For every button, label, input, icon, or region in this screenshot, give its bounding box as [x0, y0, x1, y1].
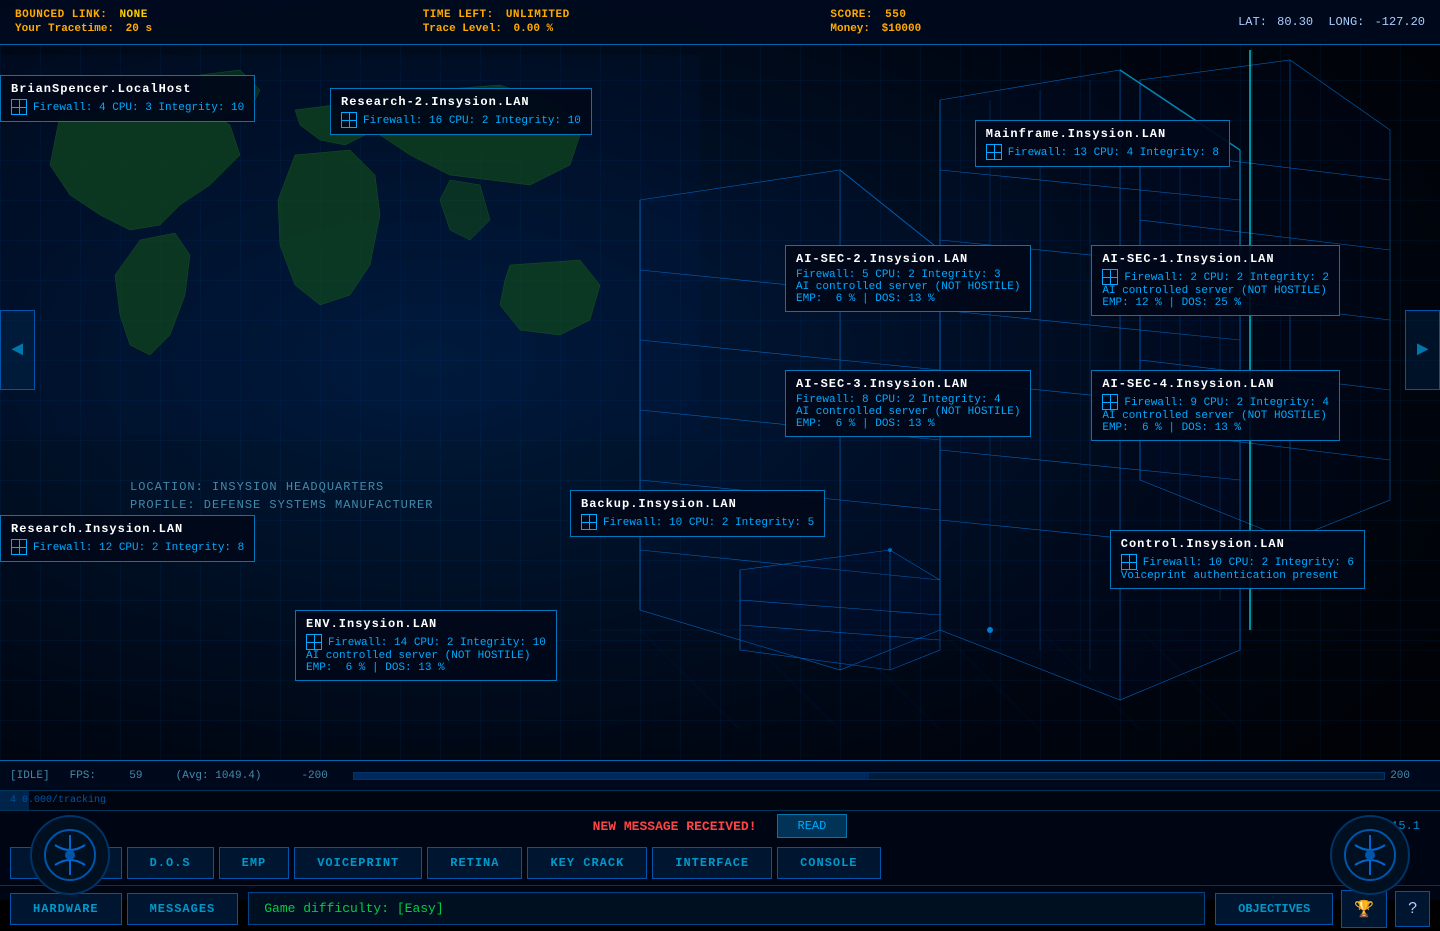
- node-ai-sec2[interactable]: AI-SEC-2.Insysion.LAN Firewall: 5 CPU: 2…: [785, 245, 1031, 312]
- node-mainframe-title: Mainframe.Insysion.LAN: [986, 127, 1219, 141]
- location-name: Location: Insysion Headquarters: [130, 480, 433, 494]
- voiceprint-button[interactable]: Voiceprint: [294, 847, 422, 879]
- tracetime-label: Your Tracetime:: [15, 23, 114, 35]
- range-end: 200: [1390, 770, 1410, 782]
- node-control[interactable]: Control.Insysion.LAN Firewall: 10 CPU: 2…: [1110, 530, 1365, 589]
- node-env-title: ENV.Insysion.LAN: [306, 617, 546, 631]
- hud-bounced-link: Bounced Link: None Your Tracetime: 20 s: [15, 9, 423, 35]
- node-ai-sec3[interactable]: AI-SEC-3.Insysion.LAN Firewall: 8 CPU: 2…: [785, 370, 1031, 437]
- difficulty-text: Game difficulty: [Easy]: [264, 901, 443, 916]
- hud-coordinates: LAT: 80.30 LONG: -127.20: [1238, 15, 1425, 29]
- bounced-link-value: None: [119, 9, 147, 21]
- time-left-label: Time Left:: [423, 9, 494, 21]
- bottom-hud: [IDLE] FPS: 59 (Avg: 1049.4) -200 200 4 …: [0, 760, 1440, 900]
- node-ai-sec4[interactable]: AI-SEC-4.Insysion.LAN Firewall: 9 CPU: 2…: [1091, 370, 1340, 441]
- interface-button[interactable]: Interface: [652, 847, 772, 879]
- time-left-value: Unlimited: [506, 9, 570, 21]
- node-player[interactable]: BrianSpencer.LocalHost Firewall: 4 CPU: …: [0, 75, 255, 122]
- node-backup[interactable]: Backup.Insysion.LAN Firewall: 10 CPU: 2 …: [570, 490, 825, 537]
- hardware-button[interactable]: Hardware: [10, 893, 122, 925]
- bounced-link-label: Bounced Link:: [15, 9, 107, 21]
- score-value: 550: [885, 9, 906, 21]
- node-env-stats: Firewall: 14 CPU: 2 Integrity: 10 AI con…: [306, 634, 546, 674]
- long-value: -127.20: [1375, 15, 1425, 29]
- node-research-main[interactable]: Research.Insysion.LAN Firewall: 12 CPU: …: [0, 515, 255, 562]
- emp-button[interactable]: EMP: [219, 847, 290, 879]
- retina-button[interactable]: Retina: [427, 847, 522, 879]
- keycrack-button[interactable]: Key Crack: [527, 847, 647, 879]
- new-message-alert: New message received!: [593, 819, 757, 834]
- fps-display: FPS: 59 (Avg: 1049.4): [70, 770, 282, 782]
- dos-button[interactable]: D.O.S: [127, 847, 214, 879]
- tracetime-value: 20 s: [126, 23, 152, 35]
- read-button[interactable]: READ: [777, 814, 848, 838]
- node-research-main-title: Research.Insysion.LAN: [11, 522, 244, 536]
- fps-avg: (Avg: 1049.4): [176, 770, 262, 782]
- node-ai-sec4-title: AI-SEC-4.Insysion.LAN: [1102, 377, 1329, 391]
- node-research2-stats: Firewall: 16 CPU: 2 Integrity: 10: [341, 112, 581, 128]
- node-control-title: Control.Insysion.LAN: [1121, 537, 1354, 551]
- node-ai-sec1-title: AI-SEC-1.Insysion.LAN: [1102, 252, 1329, 266]
- node-ai-sec1-stats: Firewall: 2 CPU: 2 Integrity: 2 AI contr…: [1102, 269, 1329, 309]
- node-ai-sec1[interactable]: AI-SEC-1.Insysion.LAN Firewall: 2 CPU: 2…: [1091, 245, 1340, 316]
- node-player-stats: Firewall: 4 CPU: 3 Integrity: 10: [11, 99, 244, 115]
- location-info: Location: Insysion Headquarters Profile:…: [130, 480, 433, 512]
- trace-level-value: 0.00 %: [514, 23, 554, 35]
- fps-label: FPS:: [70, 770, 96, 782]
- node-mainframe-stats: Firewall: 13 CPU: 4 Integrity: 8: [986, 144, 1219, 160]
- objectives-button[interactable]: Objectives: [1215, 893, 1333, 925]
- node-research2[interactable]: Research-2.Insysion.LAN Firewall: 16 CPU…: [330, 88, 592, 135]
- lat-label: LAT:: [1238, 15, 1267, 29]
- node-player-title: BrianSpencer.LocalHost: [11, 82, 244, 96]
- bottom-stats-bar: [IDLE] FPS: 59 (Avg: 1049.4) -200 200: [0, 761, 1440, 791]
- score-label: Score:: [830, 9, 873, 21]
- tracking-progress: [0, 791, 29, 810]
- objectives-area: Objectives 🏆 ?: [1215, 890, 1430, 928]
- node-research-main-stats: Firewall: 12 CPU: 2 Integrity: 8: [11, 539, 244, 555]
- tracking-bar: 4 0.000/tracking: [0, 791, 1440, 811]
- long-label: LONG:: [1328, 15, 1364, 29]
- trophy-button[interactable]: 🏆: [1341, 890, 1387, 928]
- range-start: -200: [301, 770, 327, 782]
- top-hud: Bounced Link: None Your Tracetime: 20 s …: [0, 0, 1440, 45]
- location-profile: Profile: Defense Systems Manufacturer: [130, 498, 433, 512]
- status-message: Game difficulty: [Easy]: [248, 892, 1205, 925]
- node-ai-sec3-title: AI-SEC-3.Insysion.LAN: [796, 377, 1020, 391]
- node-ai-sec2-title: AI-SEC-2.Insysion.LAN: [796, 252, 1020, 266]
- status-bar: Hardware Messages Game difficulty: [Easy…: [0, 886, 1440, 931]
- logo-left: [30, 815, 110, 895]
- trace-level-label: Trace Level:: [423, 23, 502, 35]
- game-area: Bounced Link: None Your Tracetime: 20 s …: [0, 0, 1440, 900]
- node-env[interactable]: ENV.Insysion.LAN Firewall: 14 CPU: 2 Int…: [295, 610, 557, 681]
- idle-state: [IDLE]: [10, 770, 50, 782]
- node-backup-stats: Firewall: 10 CPU: 2 Integrity: 5: [581, 514, 814, 530]
- node-control-stats: Firewall: 10 CPU: 2 Integrity: 6 Voicepr…: [1121, 554, 1354, 582]
- logo-right: [1330, 815, 1410, 895]
- money-value: $10000: [882, 23, 922, 35]
- node-ai-sec4-stats: Firewall: 9 CPU: 2 Integrity: 4 AI contr…: [1102, 394, 1329, 434]
- node-ai-sec2-stats: Firewall: 5 CPU: 2 Integrity: 3 AI contr…: [796, 269, 1020, 305]
- node-ai-sec3-stats: Firewall: 8 CPU: 2 Integrity: 4 AI contr…: [796, 394, 1020, 430]
- action-buttons-row: Firewall D.O.S EMP Voiceprint Retina Key…: [0, 841, 1440, 886]
- money-label: Money:: [830, 23, 870, 35]
- node-mainframe[interactable]: Mainframe.Insysion.LAN Firewall: 13 CPU:…: [975, 120, 1230, 167]
- lat-value: 80.30: [1277, 15, 1313, 29]
- message-bar: New message received! READ 0:15.1: [0, 811, 1440, 841]
- nav-right-arrow[interactable]: ►: [1405, 310, 1440, 390]
- nav-left-arrow[interactable]: ◄: [0, 310, 35, 390]
- console-button[interactable]: Console: [777, 847, 880, 879]
- hud-time: Time Left: Unlimited Trace Level: 0.00 %: [423, 9, 831, 35]
- messages-button[interactable]: Messages: [127, 893, 239, 925]
- node-backup-title: Backup.Insysion.LAN: [581, 497, 814, 511]
- fps-value: 59: [129, 770, 142, 782]
- hud-score: Score: 550 Money: $10000: [830, 9, 1238, 35]
- help-button[interactable]: ?: [1395, 891, 1430, 927]
- node-research2-title: Research-2.Insysion.LAN: [341, 95, 581, 109]
